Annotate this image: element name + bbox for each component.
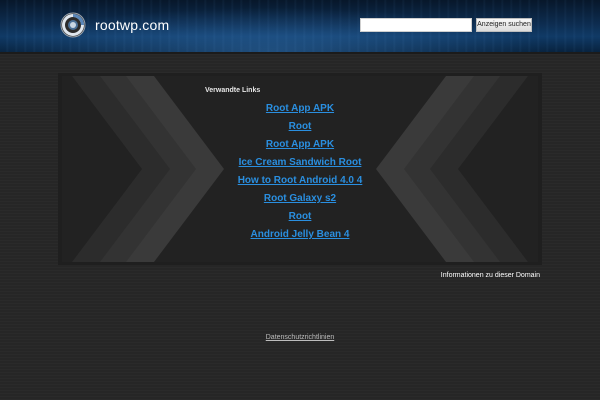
related-link[interactable]: Android Jelly Bean 4 [200, 226, 400, 244]
related-links-title: Verwandte Links [205, 87, 261, 94]
related-link[interactable]: Root [200, 118, 400, 136]
header-divider [0, 52, 600, 54]
page: rootwp.com Anzeigen suchen Verwandte Lin… [0, 0, 600, 400]
related-link[interactable]: Root Galaxy s2 [200, 190, 400, 208]
related-links-list: Root App APK Root Root App APK Ice Cream… [200, 100, 400, 244]
related-link[interactable]: Ice Cream Sandwich Root [200, 154, 400, 172]
privacy-footer: Datenschutzrichtlinien [0, 334, 600, 341]
search-input[interactable] [360, 18, 472, 32]
privacy-link[interactable]: Datenschutzrichtlinien [266, 334, 334, 341]
site-name[interactable]: rootwp.com [95, 17, 169, 33]
related-link[interactable]: Root App APK [200, 136, 400, 154]
header-bar: rootwp.com Anzeigen suchen [0, 0, 600, 52]
related-link[interactable]: Root [200, 208, 400, 226]
related-link[interactable]: How to Root Android 4.0 4 [200, 172, 400, 190]
related-link[interactable]: Root App APK [200, 100, 400, 118]
search-button[interactable]: Anzeigen suchen [476, 18, 532, 32]
domain-info-link[interactable]: Informationen zu dieser Domain [441, 272, 540, 279]
ring-logo-icon [60, 12, 86, 38]
